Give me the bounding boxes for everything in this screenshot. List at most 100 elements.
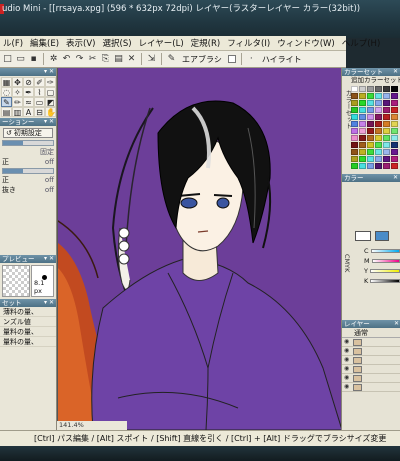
color-swatch[interactable] — [367, 142, 374, 148]
menu-edit[interactable]: 編集(E) — [27, 37, 63, 49]
color-swatch[interactable] — [383, 107, 390, 113]
brush-tool-icon[interactable]: ✐ — [34, 77, 45, 87]
blend-tool-icon[interactable]: ≈ — [23, 97, 34, 107]
color-swatch[interactable] — [367, 163, 374, 169]
opacity-slider[interactable] — [2, 140, 54, 146]
sub-color-swatch[interactable] — [375, 231, 389, 241]
pattern-tool-icon[interactable]: ▤ — [1, 107, 12, 117]
color-swatch[interactable] — [375, 142, 382, 148]
color-swatch[interactable] — [375, 107, 382, 113]
color-swatch[interactable] — [367, 100, 374, 106]
color-swatch[interactable] — [359, 93, 366, 99]
color-swatch[interactable] — [359, 163, 366, 169]
color-swatch[interactable] — [367, 114, 374, 120]
color-swatch[interactable] — [351, 135, 358, 141]
cmyk-c-row[interactable]: C — [364, 247, 400, 255]
gradient-tool-icon[interactable]: ▥ — [12, 107, 23, 117]
eye-icon[interactable]: ◉ — [344, 339, 351, 345]
panel-close-icon[interactable]: ✕ — [393, 68, 398, 76]
cmyk-k-slider[interactable] — [370, 279, 400, 283]
color-swatch[interactable] — [383, 93, 390, 99]
color-swatch[interactable] — [383, 86, 390, 92]
color-swatch[interactable] — [375, 128, 382, 134]
color-swatch[interactable] — [351, 156, 358, 162]
ruler-tool-icon[interactable]: ⊟ — [34, 107, 45, 117]
menu-help[interactable]: ヘルプ(H) — [339, 37, 385, 49]
wand-tool-icon[interactable]: ✧ — [12, 87, 23, 97]
redo-icon[interactable]: ↷ — [74, 54, 85, 65]
layer-row[interactable]: ◉ — [342, 365, 400, 374]
cmyk-m-row[interactable]: M — [364, 257, 400, 265]
list-item[interactable]: ンズル値 — [0, 317, 56, 327]
menu-ruler[interactable]: 定規(R) — [188, 37, 225, 49]
color-swatch[interactable] — [359, 135, 366, 141]
menu-window[interactable]: ウィンドウ(W) — [274, 37, 339, 49]
cmyk-m-slider[interactable] — [371, 259, 400, 263]
color-swatch[interactable] — [359, 100, 366, 106]
color-swatch[interactable] — [367, 156, 374, 162]
panel-close-icon[interactable]: ✕ — [393, 174, 398, 182]
color-swatch[interactable] — [367, 93, 374, 99]
color-swatch[interactable] — [391, 86, 398, 92]
open-file-icon[interactable]: ▭ — [15, 54, 26, 65]
color-swatch[interactable] — [351, 149, 358, 155]
color-swatch[interactable] — [383, 135, 390, 141]
eye-icon[interactable]: ◉ — [344, 357, 351, 363]
brush-name[interactable]: エアブラシ — [179, 54, 225, 65]
color-swatch[interactable] — [391, 93, 398, 99]
color-swatch[interactable] — [391, 121, 398, 127]
color-swatch[interactable] — [359, 149, 366, 155]
pencil-tool-icon[interactable]: ✏ — [12, 97, 23, 107]
new-file-icon[interactable]: □ — [2, 54, 13, 65]
color-swatch[interactable] — [359, 107, 366, 113]
color-swatch[interactable] — [383, 142, 390, 148]
layer-row[interactable]: ◉ — [342, 347, 400, 356]
copy-icon[interactable]: ⎘ — [100, 54, 111, 65]
color-swatch[interactable] — [391, 114, 398, 120]
list-item[interactable]: 量料の量、 — [0, 327, 56, 337]
pen-tool-icon[interactable]: ✑ — [45, 77, 56, 87]
color-swatch[interactable] — [391, 156, 398, 162]
menu-select[interactable]: 選択(S) — [100, 37, 136, 49]
color-swatch[interactable] — [359, 114, 366, 120]
move-tool-icon[interactable]: ✥ — [12, 77, 23, 87]
color-swatch[interactable] — [359, 128, 366, 134]
color-swatch[interactable] — [383, 121, 390, 127]
menu-filter[interactable]: フィルタ(I) — [224, 37, 274, 49]
eyedropper-tool-icon[interactable]: ⊘ — [23, 77, 34, 87]
color-swatch[interactable] — [351, 142, 358, 148]
color-swatch[interactable] — [375, 100, 382, 106]
airbrush-tool-icon[interactable]: ✎ — [1, 97, 12, 107]
cmyk-k-row[interactable]: K — [364, 277, 400, 285]
cut-icon[interactable]: ✂ — [87, 54, 98, 65]
color-swatch[interactable] — [359, 142, 366, 148]
menu-file[interactable]: ル(F) — [0, 37, 27, 49]
color-swatch[interactable] — [391, 142, 398, 148]
layer-row[interactable]: ◉ — [342, 374, 400, 383]
color-swatch[interactable] — [375, 163, 382, 169]
color-swatch[interactable] — [367, 135, 374, 141]
fill-tool-icon[interactable]: ◩ — [45, 97, 56, 107]
clear-icon[interactable]: ✕ — [126, 54, 137, 65]
color-swatch[interactable] — [367, 121, 374, 127]
select-tool-icon[interactable]: ▦ — [1, 77, 12, 87]
layer-row[interactable]: ◉ — [342, 356, 400, 365]
color-swatch[interactable] — [391, 100, 398, 106]
eraser-tool-icon[interactable]: ▭ — [34, 97, 45, 107]
menu-view[interactable]: 表示(V) — [63, 37, 99, 49]
preset-button[interactable]: ↺ 初期設定 — [3, 128, 53, 138]
color-swatch[interactable] — [375, 86, 382, 92]
color-swatch[interactable] — [383, 100, 390, 106]
drawing-canvas[interactable] — [57, 68, 341, 430]
option-slider[interactable] — [2, 168, 54, 174]
zoom-level[interactable]: 141.4% — [57, 421, 127, 430]
undo-icon[interactable]: ↶ — [61, 54, 72, 65]
panel-close-icon[interactable]: ▾ ✕ — [44, 255, 54, 263]
paste-icon[interactable]: ▤ — [113, 54, 124, 65]
color-swatch[interactable] — [383, 156, 390, 162]
color-swatch[interactable] — [383, 114, 390, 120]
transform-icon[interactable]: ⇲ — [146, 54, 157, 65]
color-swatch[interactable] — [359, 156, 366, 162]
eye-icon[interactable]: ◉ — [344, 375, 351, 381]
cmyk-c-slider[interactable] — [370, 249, 400, 253]
